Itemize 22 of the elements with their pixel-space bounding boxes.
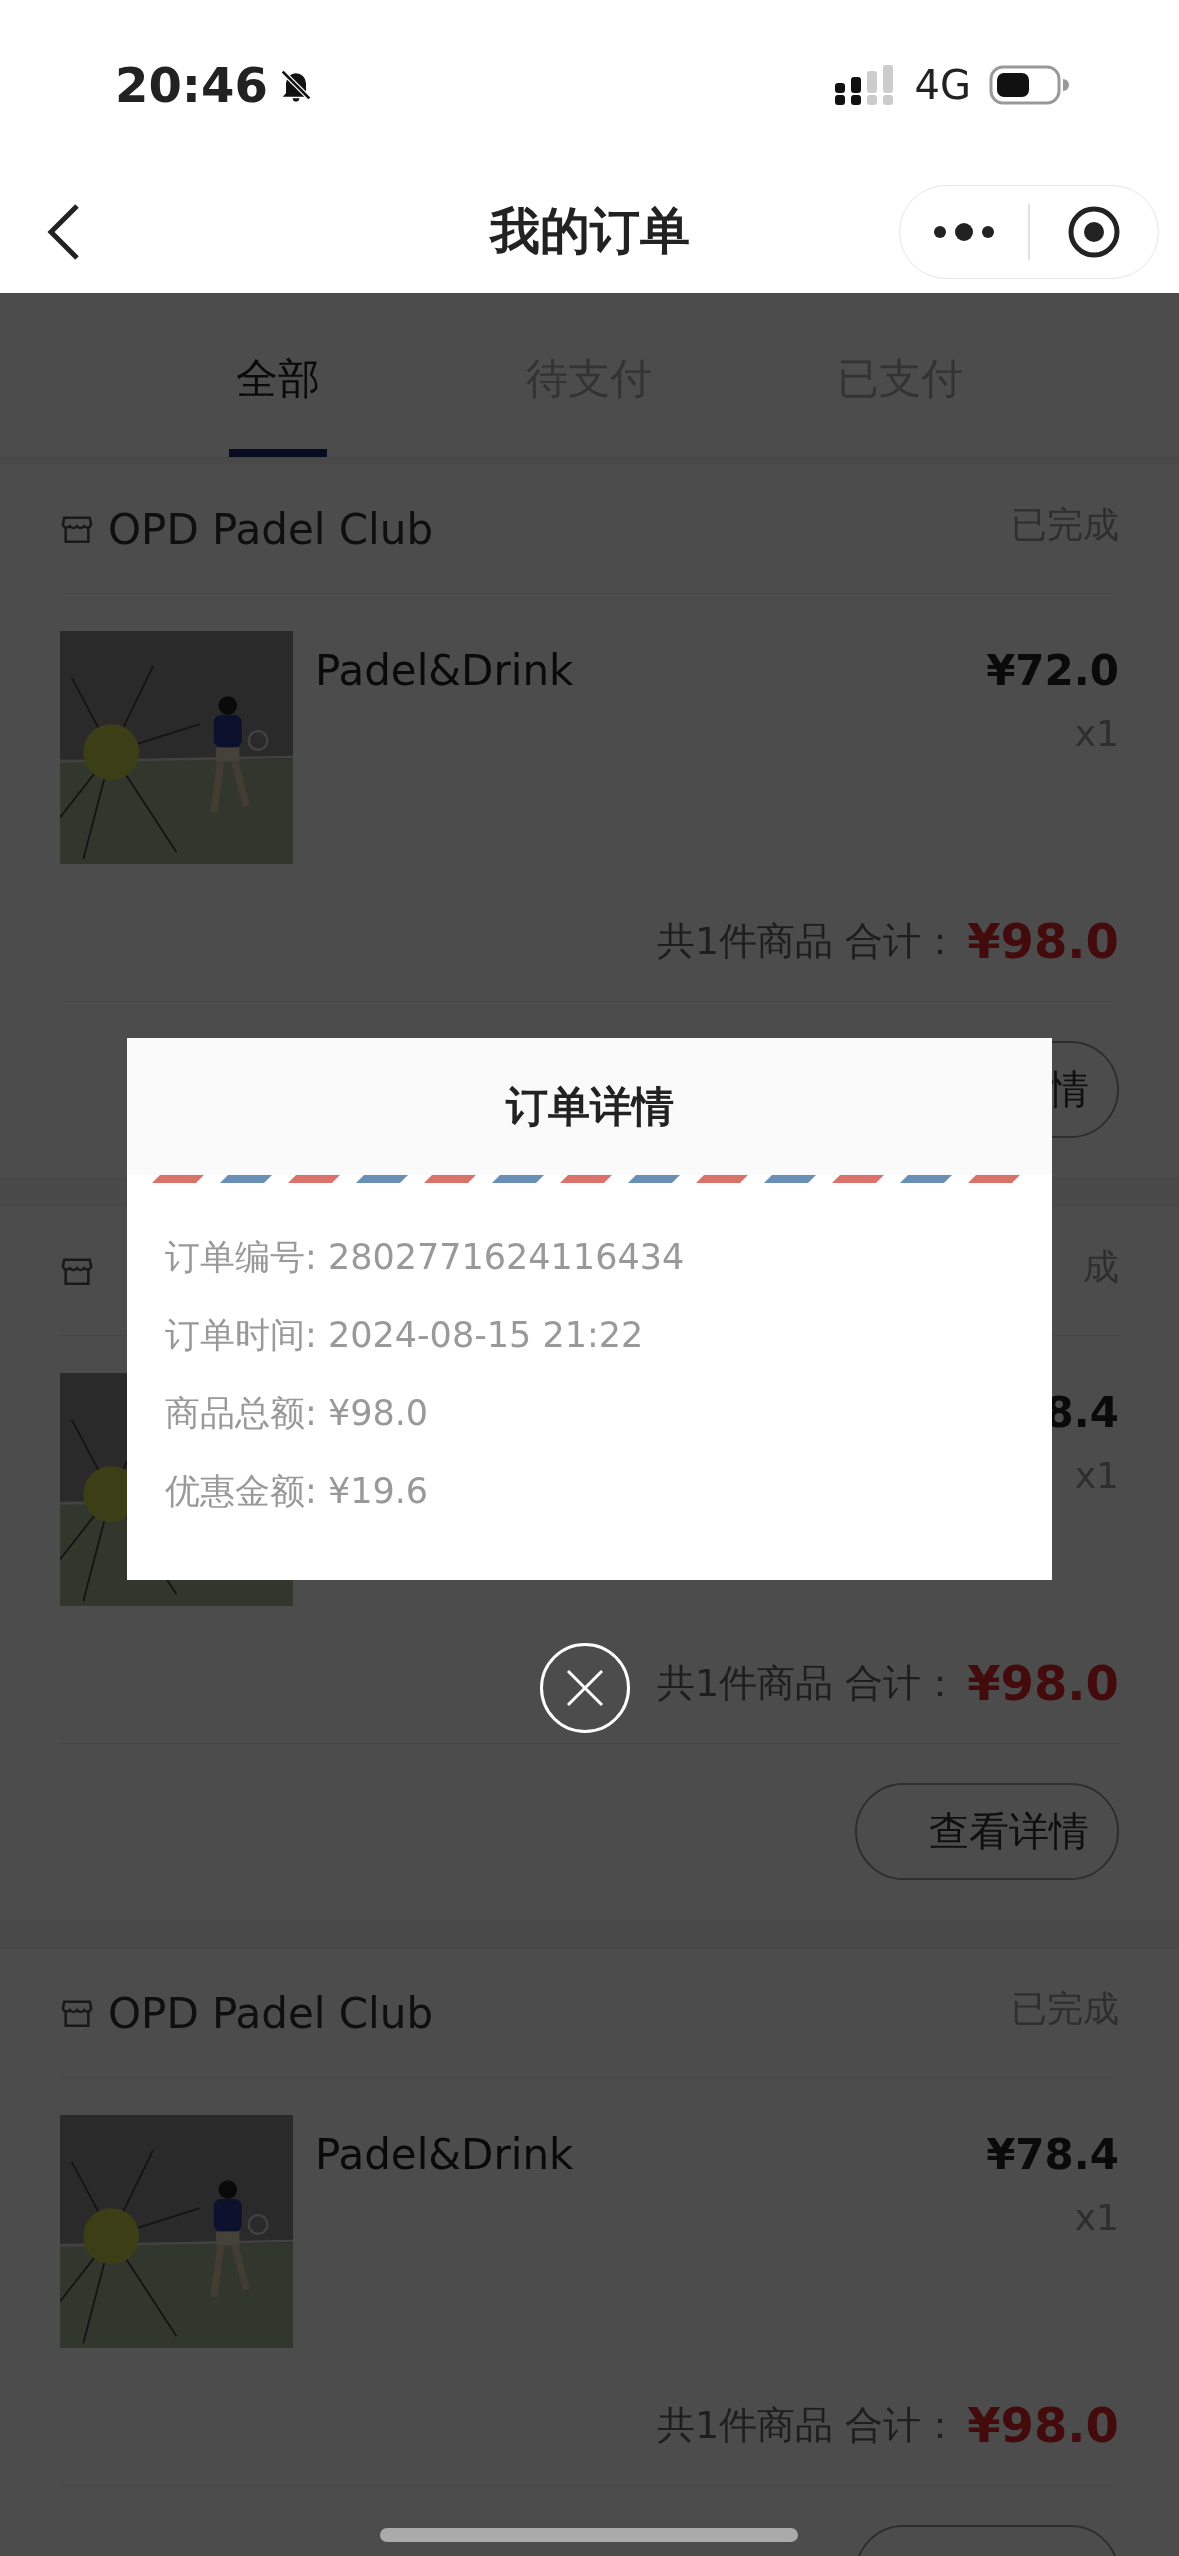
order-total: ¥98.0 — [967, 1655, 1119, 1711]
product-name: Padel&Drink — [315, 646, 575, 697]
order-total: ¥98.0 — [967, 913, 1119, 969]
product-name: Padel&Drink — [315, 2130, 575, 2181]
detail-row-text: 商品总额: ¥98.0 — [165, 1393, 430, 1433]
product-price: ¥78.4 — [986, 2130, 1119, 2179]
order-total: ¥98.0 — [967, 2397, 1119, 2453]
close-icon — [565, 1668, 605, 1708]
detail-row-text: 订单时间: 2024-08-15 21:22 — [165, 1315, 645, 1355]
shop-name: OPD Padel Club — [108, 1988, 434, 2038]
page-title: 我的订单 — [489, 201, 690, 262]
dialog-title: 订单详情 — [505, 1080, 674, 1133]
product-price: ¥72.0 — [986, 646, 1119, 695]
detail-row-text: 优惠金额: ¥19.6 — [165, 1471, 430, 1511]
close-button[interactable] — [540, 1643, 630, 1733]
battery-icon — [989, 65, 1069, 105]
status-time: 20:46 — [115, 57, 268, 113]
detail-row-text: 订单编号: 2802771624116434 — [165, 1237, 686, 1277]
shop-name: OPD Padel Club — [108, 504, 434, 554]
network-label: 4G — [914, 62, 971, 108]
target-icon[interactable] — [1067, 204, 1121, 259]
more-icon[interactable] — [932, 221, 996, 242]
